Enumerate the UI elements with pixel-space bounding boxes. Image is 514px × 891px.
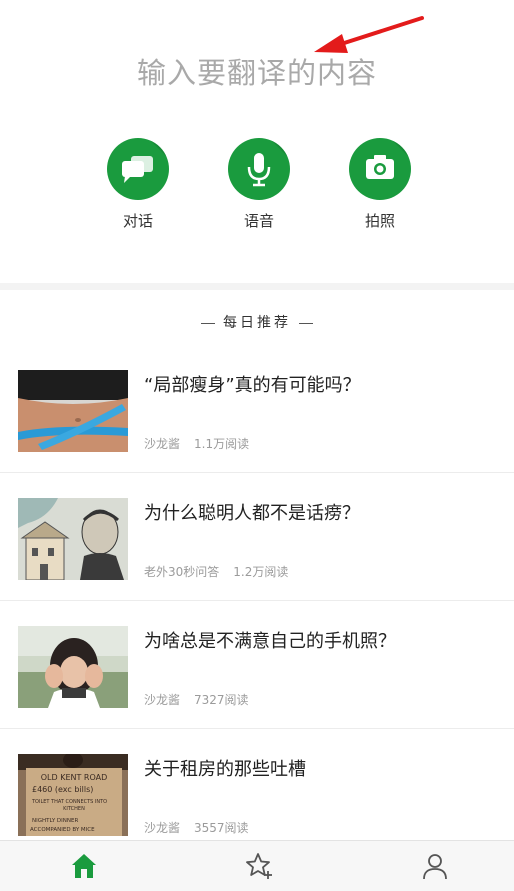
mode-buttons: 对话 语音 拍照: [0, 138, 514, 238]
svg-text:ACCOMPANIED BY MICE: ACCOMPANIED BY MICE: [30, 827, 95, 833]
daily-recommend-title: 每日推荐: [0, 312, 514, 332]
svg-text:KITCHEN: KITCHEN: [63, 806, 85, 812]
article-thumbnail: [18, 370, 128, 452]
article-item[interactable]: 为啥总是不满意自己的手机照？ 沙龙酱 7327阅读: [0, 601, 514, 729]
svg-text:NIGHTLY DINNER: NIGHTLY DINNER: [32, 818, 78, 824]
article-title[interactable]: “局部瘦身”真的有可能吗？: [144, 371, 361, 397]
chat-bubbles-icon: [107, 138, 169, 200]
article-meta: 沙龙酱 1.1万阅读: [144, 435, 263, 452]
article-meta: 老外30秒问答 1.2万阅读: [144, 563, 302, 580]
camera-icon: [349, 138, 411, 200]
mode-dialog-button[interactable]: 对话: [88, 138, 188, 231]
profile-icon[interactable]: [420, 851, 450, 881]
mode-photo-button[interactable]: 拍照: [330, 138, 430, 231]
article-author: 沙龙酱: [144, 821, 181, 835]
bottom-tab-bar: [0, 840, 514, 891]
article-item[interactable]: “局部瘦身”真的有可能吗？ 沙龙酱 1.1万阅读: [0, 345, 514, 473]
section-divider: [0, 283, 514, 290]
article-reads: 7327阅读: [194, 693, 249, 707]
svg-text:TOILET THAT CONNECTS INTO: TOILET THAT CONNECTS INTO: [31, 799, 107, 805]
translate-input[interactable]: 输入要翻译的内容: [0, 50, 514, 92]
mode-voice-label: 语音: [243, 212, 274, 230]
translate-header: 输入要翻译的内容 对话 语音 拍照: [0, 0, 514, 283]
article-thumbnail: OLD KENT ROAD £460 (exc bills) TOILET TH…: [18, 754, 128, 836]
article-list: “局部瘦身”真的有可能吗？ 沙龙酱 1.1万阅读 为什么聪明人都不是话痨？ 老外3…: [0, 345, 514, 856]
article-author: 沙龙酱: [144, 437, 181, 451]
article-author: 老外30秒问答: [144, 565, 220, 579]
article-item[interactable]: OLD KENT ROAD £460 (exc bills) TOILET TH…: [0, 729, 514, 856]
article-item[interactable]: 为什么聪明人都不是话痨？ 老外30秒问答 1.2万阅读: [0, 473, 514, 601]
article-title[interactable]: 为啥总是不满意自己的手机照？: [144, 627, 396, 653]
mode-photo-label: 拍照: [364, 212, 395, 230]
annotation-arrow-icon: [314, 16, 424, 53]
svg-text:£460 (exc bills): £460 (exc bills): [32, 785, 93, 794]
home-icon[interactable]: [69, 851, 99, 881]
article-meta: 沙龙酱 7327阅读: [144, 691, 263, 708]
article-reads: 1.1万阅读: [194, 437, 250, 451]
article-thumbnail: [18, 498, 128, 580]
article-author: 沙龙酱: [144, 693, 181, 707]
mode-dialog-label: 对话: [122, 212, 153, 230]
article-reads: 1.2万阅读: [233, 565, 289, 579]
microphone-icon: [228, 138, 290, 200]
star-add-icon[interactable]: [244, 851, 274, 881]
article-title[interactable]: 关于租房的那些吐槽: [144, 755, 306, 781]
article-reads: 3557阅读: [194, 821, 249, 835]
article-meta: 沙龙酱 3557阅读: [144, 819, 263, 836]
svg-text:OLD KENT ROAD: OLD KENT ROAD: [41, 773, 108, 782]
mode-voice-button[interactable]: 语音: [209, 138, 309, 231]
article-title[interactable]: 为什么聪明人都不是话痨？: [144, 499, 360, 525]
article-thumbnail: [18, 626, 128, 708]
